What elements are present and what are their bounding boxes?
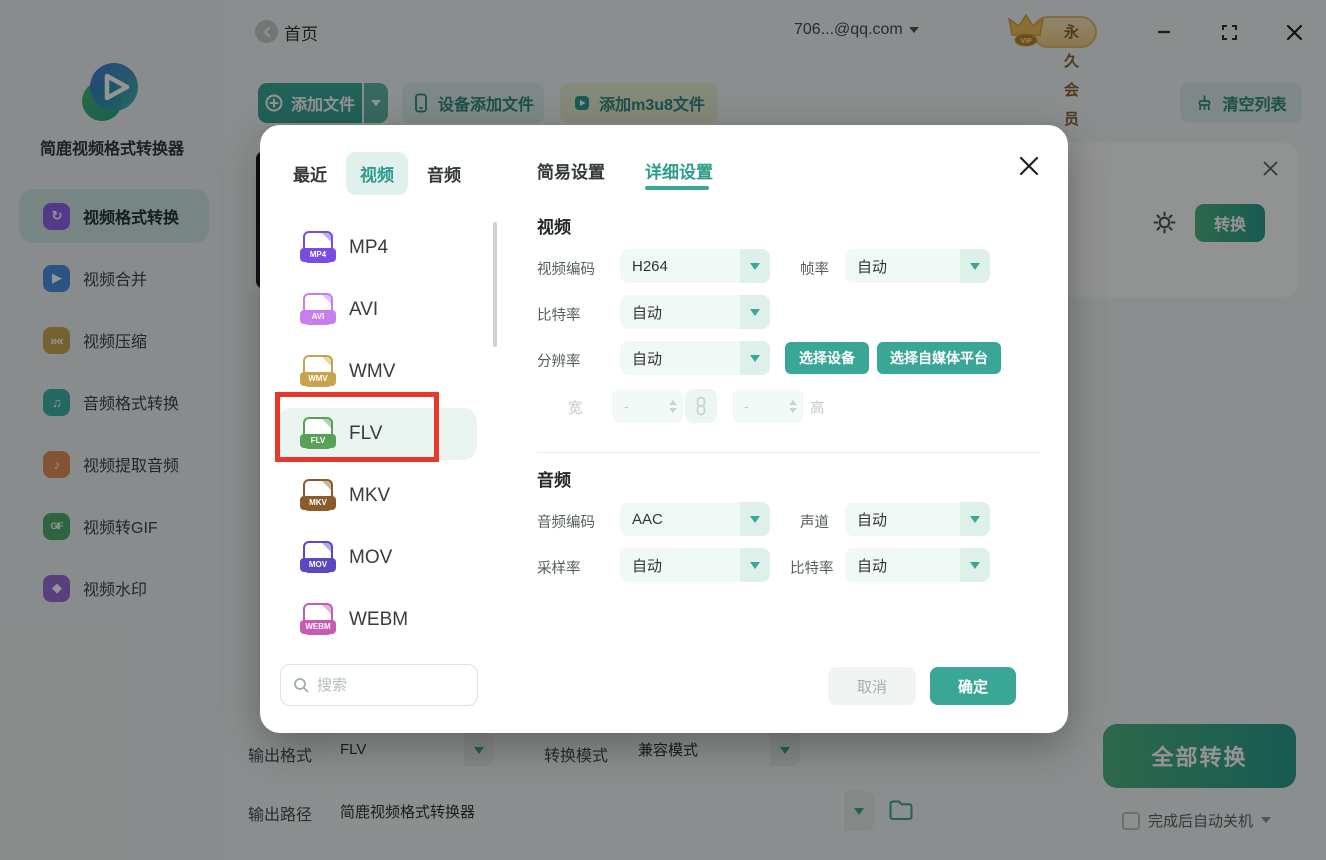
width-stepper[interactable]: -: [612, 389, 684, 423]
resolution-select[interactable]: 自动: [620, 341, 770, 375]
stepper-arrows-icon[interactable]: [666, 396, 684, 417]
app-window: 简鹿视频格式转换器 ↻ 视频格式转换 ▶ 视频合并 »« 视频压缩 ♫ 音频格式…: [0, 0, 1326, 860]
tab-video[interactable]: 视频: [346, 152, 408, 195]
height-stepper[interactable]: -: [732, 389, 804, 423]
sample-rate-label: 采样率: [537, 561, 581, 577]
cancel-button[interactable]: 取消: [828, 667, 916, 705]
tab-audio[interactable]: 音频: [427, 161, 461, 186]
fps-label: 帧率: [800, 262, 829, 278]
format-item-avi[interactable]: AVI AVI: [260, 279, 500, 341]
mov-file-icon: MOV: [300, 541, 336, 575]
audio-encode-select[interactable]: AAC: [620, 502, 770, 536]
avi-file-icon: AVI: [300, 293, 336, 327]
audio-bitrate-select[interactable]: 自动: [845, 548, 990, 582]
tab-simple-settings[interactable]: 简易设置: [537, 158, 605, 183]
chevron-down-icon: [960, 548, 990, 582]
audio-encode-label: 音频编码: [537, 515, 595, 531]
resolution-label: 分辨率: [537, 354, 581, 370]
chevron-down-icon: [960, 249, 990, 283]
video-encode-select[interactable]: H264: [620, 249, 770, 283]
chevron-down-icon: [740, 295, 770, 329]
mp4-file-icon: MP4: [300, 231, 336, 265]
search-icon: [294, 678, 309, 693]
format-item-mov[interactable]: MOV MOV: [260, 527, 500, 589]
chevron-down-icon: [960, 502, 990, 536]
tab-detailed-settings[interactable]: 详细设置: [645, 158, 713, 183]
video-bitrate-select[interactable]: 自动: [620, 295, 770, 329]
chevron-down-icon: [740, 249, 770, 283]
format-search: [280, 664, 478, 706]
channel-select[interactable]: 自动: [845, 502, 990, 536]
audio-bitrate-label: 比特率: [790, 561, 834, 577]
stepper-arrows-icon[interactable]: [786, 396, 804, 417]
format-item-webm[interactable]: WEBM WEBM: [260, 589, 500, 651]
format-list-scrollbar[interactable]: [493, 222, 497, 347]
chevron-down-icon: [740, 341, 770, 375]
chevron-down-icon: [740, 548, 770, 582]
search-input[interactable]: [317, 676, 457, 694]
sample-rate-select[interactable]: 自动: [620, 548, 770, 582]
video-bitrate-label: 比特率: [537, 308, 581, 324]
confirm-button[interactable]: 确定: [930, 667, 1016, 705]
height-label: 高: [810, 401, 825, 417]
wmv-file-icon: WMV: [300, 355, 336, 389]
webm-file-icon: WEBM: [300, 603, 336, 637]
tab-recent[interactable]: 最近: [293, 161, 327, 186]
chevron-down-icon: [740, 502, 770, 536]
channel-label: 声道: [800, 515, 829, 531]
select-device-button[interactable]: 选择设备: [785, 342, 869, 374]
close-dialog-icon[interactable]: [1016, 153, 1042, 179]
format-item-mp4[interactable]: MP4 MP4: [260, 217, 500, 279]
video-encode-label: 视频编码: [537, 262, 595, 278]
audio-section-title: 音频: [537, 471, 571, 490]
width-label: 宽: [568, 401, 583, 417]
select-platform-button[interactable]: 选择自媒体平台: [877, 342, 1001, 374]
link-dimensions-icon[interactable]: [685, 389, 717, 423]
video-section-title: 视频: [537, 218, 571, 237]
section-divider: [537, 452, 1041, 453]
active-tab-underline: [645, 186, 709, 190]
format-item-mkv[interactable]: MKV MKV: [260, 465, 500, 527]
annotation-highlight-box: [275, 392, 439, 462]
mkv-file-icon: MKV: [300, 479, 336, 513]
fps-select[interactable]: 自动: [845, 249, 990, 283]
